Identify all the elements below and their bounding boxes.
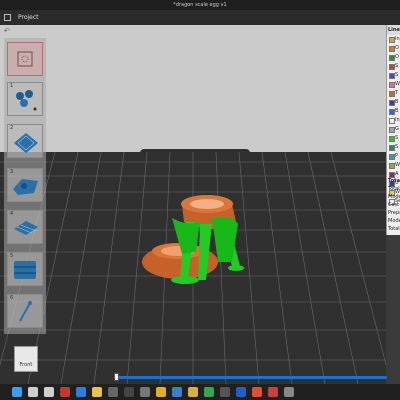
legend-item[interactable]: In <box>387 116 400 125</box>
window-title: *dragon scale egg v1 <box>173 2 227 8</box>
window-title-bar: *dragon scale egg v1 <box>0 0 400 10</box>
project-tab[interactable]: Project <box>18 10 39 25</box>
chrome-icon[interactable] <box>156 387 166 397</box>
bed-grid-svg <box>0 152 386 384</box>
legend-label: P <box>395 153 399 159</box>
legend-label: B <box>395 108 399 114</box>
legend-label: O <box>395 45 399 51</box>
legend-item[interactable]: S <box>387 143 400 152</box>
build-plate[interactable] <box>0 152 386 384</box>
dark-app-icon[interactable] <box>220 387 230 397</box>
left-toolbar: 1 2 3 4 5 6 <box>4 38 46 334</box>
legend-item[interactable]: B <box>387 107 400 116</box>
legend-label: O <box>395 54 399 60</box>
view-cube[interactable]: Front <box>14 346 38 372</box>
totals-row: Prepa <box>388 210 400 216</box>
legend-label: S <box>395 63 399 69</box>
tool-6[interactable]: 6 <box>7 294 43 328</box>
tool-1[interactable]: 1 <box>7 82 43 116</box>
totals-row: Mode <box>388 194 400 200</box>
tool-2[interactable]: 2 <box>7 124 43 158</box>
legend-item[interactable]: S <box>387 62 400 71</box>
blue-app-icon[interactable] <box>236 387 246 397</box>
legend-label: G <box>395 126 399 132</box>
tool-number: 4 <box>10 211 14 217</box>
totals-header: Total <box>388 178 400 184</box>
layer-slider-handle[interactable] <box>114 373 119 381</box>
legend-item[interactable]: O <box>387 44 400 53</box>
legend-label: T <box>395 90 399 96</box>
legend-label: In <box>395 117 400 123</box>
tool-number: 3 <box>10 169 14 175</box>
menu-bar: Project <box>0 10 400 25</box>
cube-icon <box>17 51 33 67</box>
tool-prepare[interactable] <box>7 42 43 76</box>
tool-5[interactable]: 5 <box>7 252 43 286</box>
windows-icon[interactable] <box>12 387 22 397</box>
tool-4[interactable]: 4 <box>7 210 43 244</box>
folder-icon[interactable] <box>92 387 102 397</box>
legend-item[interactable]: P <box>387 152 400 161</box>
browser-icon[interactable] <box>76 387 86 397</box>
totals-section: Total Total Mode Cost Prepa Mode Total <box>387 177 400 233</box>
legend-label: In <box>395 36 400 42</box>
legend-item[interactable]: O <box>387 53 400 62</box>
totals-row: Cost <box>388 202 400 208</box>
totals-row: Total <box>388 186 400 192</box>
explorer-icon[interactable] <box>188 387 198 397</box>
menu-icon[interactable] <box>4 14 11 21</box>
orca-icon[interactable] <box>252 387 262 397</box>
slicer-icon[interactable] <box>268 387 278 397</box>
legend-label: S <box>395 144 399 150</box>
sliced-model <box>142 195 244 284</box>
legend-item[interactable]: W <box>387 161 400 170</box>
legend-label: W <box>395 81 400 87</box>
view-cube-label: Front <box>19 362 33 368</box>
taskview-icon[interactable] <box>44 387 54 397</box>
terminal-icon[interactable] <box>108 387 118 397</box>
app-icon[interactable] <box>140 387 150 397</box>
totals-row: Mode <box>388 218 400 224</box>
legend-label: S <box>395 135 399 141</box>
tool-number: 6 <box>10 295 14 301</box>
legend-item[interactable]: S <box>387 71 400 80</box>
legend-header: Line <box>387 25 400 35</box>
tool-number: 1 <box>10 83 14 89</box>
legend-label: B <box>395 99 399 105</box>
legend-item[interactable]: S <box>387 134 400 143</box>
legend-panel: Line InOOSSWTBBInGSSPWAUWSe Total Total … <box>386 25 400 235</box>
legend-item[interactable]: W <box>387 80 400 89</box>
layer-slider[interactable] <box>115 376 387 379</box>
ps-icon[interactable] <box>124 387 134 397</box>
legend-label: S <box>395 72 399 78</box>
tool-number: 2 <box>10 125 14 131</box>
media-icon[interactable] <box>60 387 70 397</box>
legend-item[interactable]: B <box>387 98 400 107</box>
rotate-icon[interactable]: ↶ <box>4 27 10 35</box>
green-app-icon[interactable] <box>204 387 214 397</box>
tool-number: 5 <box>10 253 14 259</box>
legend-item[interactable]: G <box>387 125 400 134</box>
viewport-background <box>0 25 386 155</box>
search-icon[interactable] <box>28 387 38 397</box>
gray-app-icon[interactable] <box>284 387 294 397</box>
totals-row: Total <box>388 226 400 232</box>
c-icon[interactable] <box>172 387 182 397</box>
tool-3[interactable]: 3 <box>7 168 43 202</box>
legend-item[interactable]: T <box>387 89 400 98</box>
taskbar <box>0 384 400 400</box>
legend-item[interactable]: In <box>387 35 400 44</box>
legend-label: W <box>395 162 400 168</box>
